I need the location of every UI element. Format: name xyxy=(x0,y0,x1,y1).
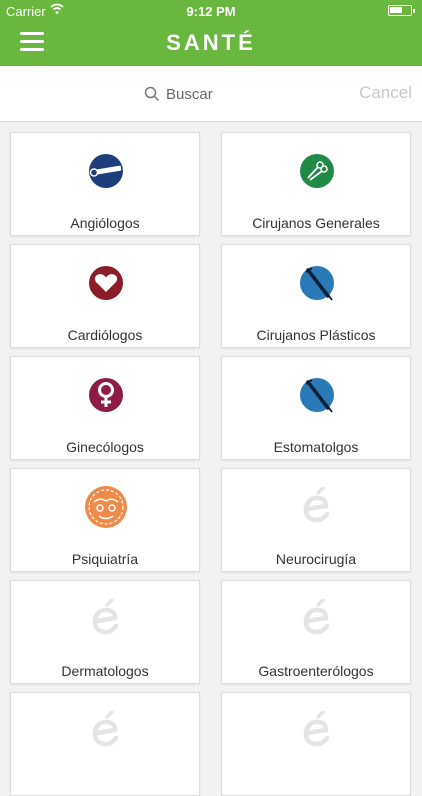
specialty-card[interactable]: Neurocirugía xyxy=(221,468,411,572)
status-bar: Carrier 9:12 PM xyxy=(0,0,422,22)
app-header: Carrier 9:12 PM SANTÉ xyxy=(0,0,422,66)
specialty-label: Ginecólogos xyxy=(66,439,144,455)
specialty-card[interactable]: Cardiólogos xyxy=(10,244,200,348)
sante-placeholder-icon xyxy=(303,487,330,523)
cancel-button[interactable]: Cancel xyxy=(359,83,412,103)
specialty-card[interactable]: Cirujanos Generales xyxy=(221,132,411,236)
vein-icon xyxy=(89,154,123,188)
specialty-label: Angiólogos xyxy=(70,215,140,231)
specialty-label: Psiquiatría xyxy=(71,551,139,567)
specialty-card[interactable] xyxy=(10,692,200,796)
specialty-card[interactable]: Cirujanos Plásticos xyxy=(221,244,411,348)
sante-placeholder-icon xyxy=(303,711,330,747)
search-bar: Cancel xyxy=(0,66,422,122)
heart-icon xyxy=(89,266,123,300)
sante-placeholder-icon xyxy=(303,599,330,635)
scissors-icon xyxy=(300,154,334,188)
sante-placeholder-icon xyxy=(92,711,119,747)
search-input[interactable] xyxy=(166,85,316,103)
specialty-label: Estomatolgos xyxy=(273,439,359,455)
brain-icon xyxy=(85,486,127,528)
search-field[interactable] xyxy=(144,84,316,104)
specialty-label: Cardiólogos xyxy=(67,327,143,343)
specialty-card[interactable]: Estomatolgos xyxy=(221,356,411,460)
battery-icon xyxy=(388,5,415,16)
app-logo: SANTÉ xyxy=(166,30,256,55)
syringe-icon xyxy=(300,266,334,301)
syringe-icon xyxy=(300,378,334,413)
female-icon xyxy=(89,378,123,412)
specialty-label: Dermatologos xyxy=(61,663,149,679)
search-icon xyxy=(144,86,160,102)
specialty-label: Cirujanos Generales xyxy=(252,215,380,231)
specialty-label: Neurocirugía xyxy=(275,551,357,567)
specialty-card[interactable]: Dermatologos xyxy=(10,580,200,684)
status-time: 9:12 PM xyxy=(186,4,236,19)
specialty-card[interactable]: Angiólogos xyxy=(10,132,200,236)
specialty-card[interactable]: Gastroenterólogos xyxy=(221,580,411,684)
specialty-label: Cirujanos Plásticos xyxy=(256,327,376,343)
sante-placeholder-icon xyxy=(92,599,119,635)
specialty-label: Gastroenterólogos xyxy=(258,663,374,679)
specialty-card[interactable]: Ginecólogos xyxy=(10,356,200,460)
specialty-card[interactable] xyxy=(221,692,411,796)
specialty-card[interactable]: Psiquiatría xyxy=(10,468,200,572)
